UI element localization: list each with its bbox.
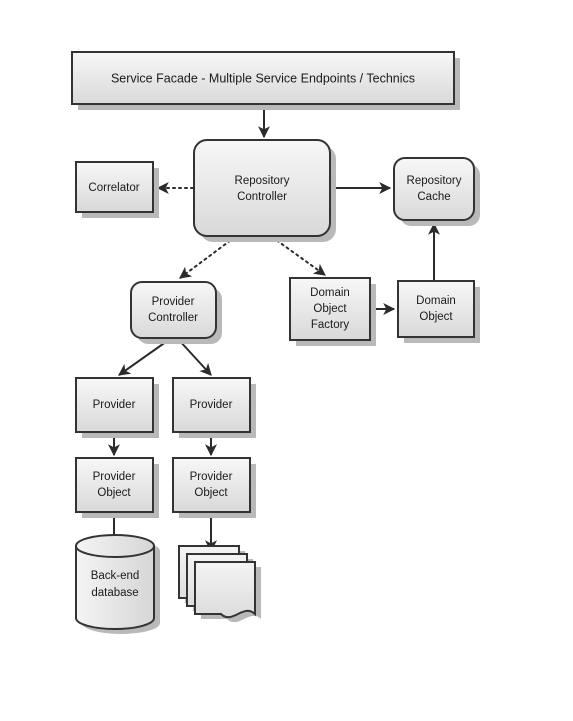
node-provider-object-right[interactable]: Provider Object xyxy=(172,457,256,518)
edge-provider-controller-to-provider-left xyxy=(118,338,171,376)
node-provider-object-left[interactable]: Provider Object xyxy=(75,457,159,518)
provider-object-left-box[interactable] xyxy=(75,457,154,513)
provider-left-box[interactable] xyxy=(75,377,154,433)
node-domain-object[interactable]: Domain Object xyxy=(397,280,480,343)
document-stack-front[interactable] xyxy=(194,561,256,619)
domain-object-factory-box[interactable] xyxy=(289,277,371,341)
provider-object-right-box[interactable] xyxy=(172,457,251,513)
edge-repository-controller-to-provider-controller xyxy=(179,236,236,279)
node-repository-cache[interactable]: Repository Cache xyxy=(393,157,480,226)
node-provider-right[interactable]: Provider xyxy=(172,377,256,438)
provider-controller-box[interactable] xyxy=(130,281,217,339)
node-correlator[interactable]: Correlator xyxy=(75,161,159,218)
correlator-box[interactable] xyxy=(75,161,154,213)
backend-database-cylinder-body[interactable] xyxy=(75,545,155,630)
diagram-canvas: Service Facade - Multiple Service Endpoi… xyxy=(71,51,480,634)
node-document-stack[interactable] xyxy=(178,545,261,623)
node-domain-object-factory[interactable]: Domain Object Factory xyxy=(289,277,376,346)
edge-provider-controller-to-provider-right xyxy=(177,338,212,376)
edge-repository-controller-to-domain-object-factory xyxy=(271,236,326,276)
architecture-diagram: Service Facade - Multiple Service Endpoi… xyxy=(0,0,573,721)
provider-right-box[interactable] xyxy=(172,377,251,433)
service-facade-box[interactable] xyxy=(71,51,455,105)
repository-controller-box[interactable] xyxy=(193,139,331,237)
node-repository-controller[interactable]: Repository Controller xyxy=(193,139,336,242)
domain-object-box[interactable] xyxy=(397,280,475,338)
node-provider-left[interactable]: Provider xyxy=(75,377,159,438)
node-service-facade[interactable]: Service Facade - Multiple Service Endpoi… xyxy=(71,51,460,110)
node-provider-controller[interactable]: Provider Controller xyxy=(130,281,222,344)
backend-database-cylinder-top xyxy=(75,534,155,558)
repository-cache-box[interactable] xyxy=(393,157,475,221)
node-backend-database[interactable]: Back-end database xyxy=(75,534,160,634)
